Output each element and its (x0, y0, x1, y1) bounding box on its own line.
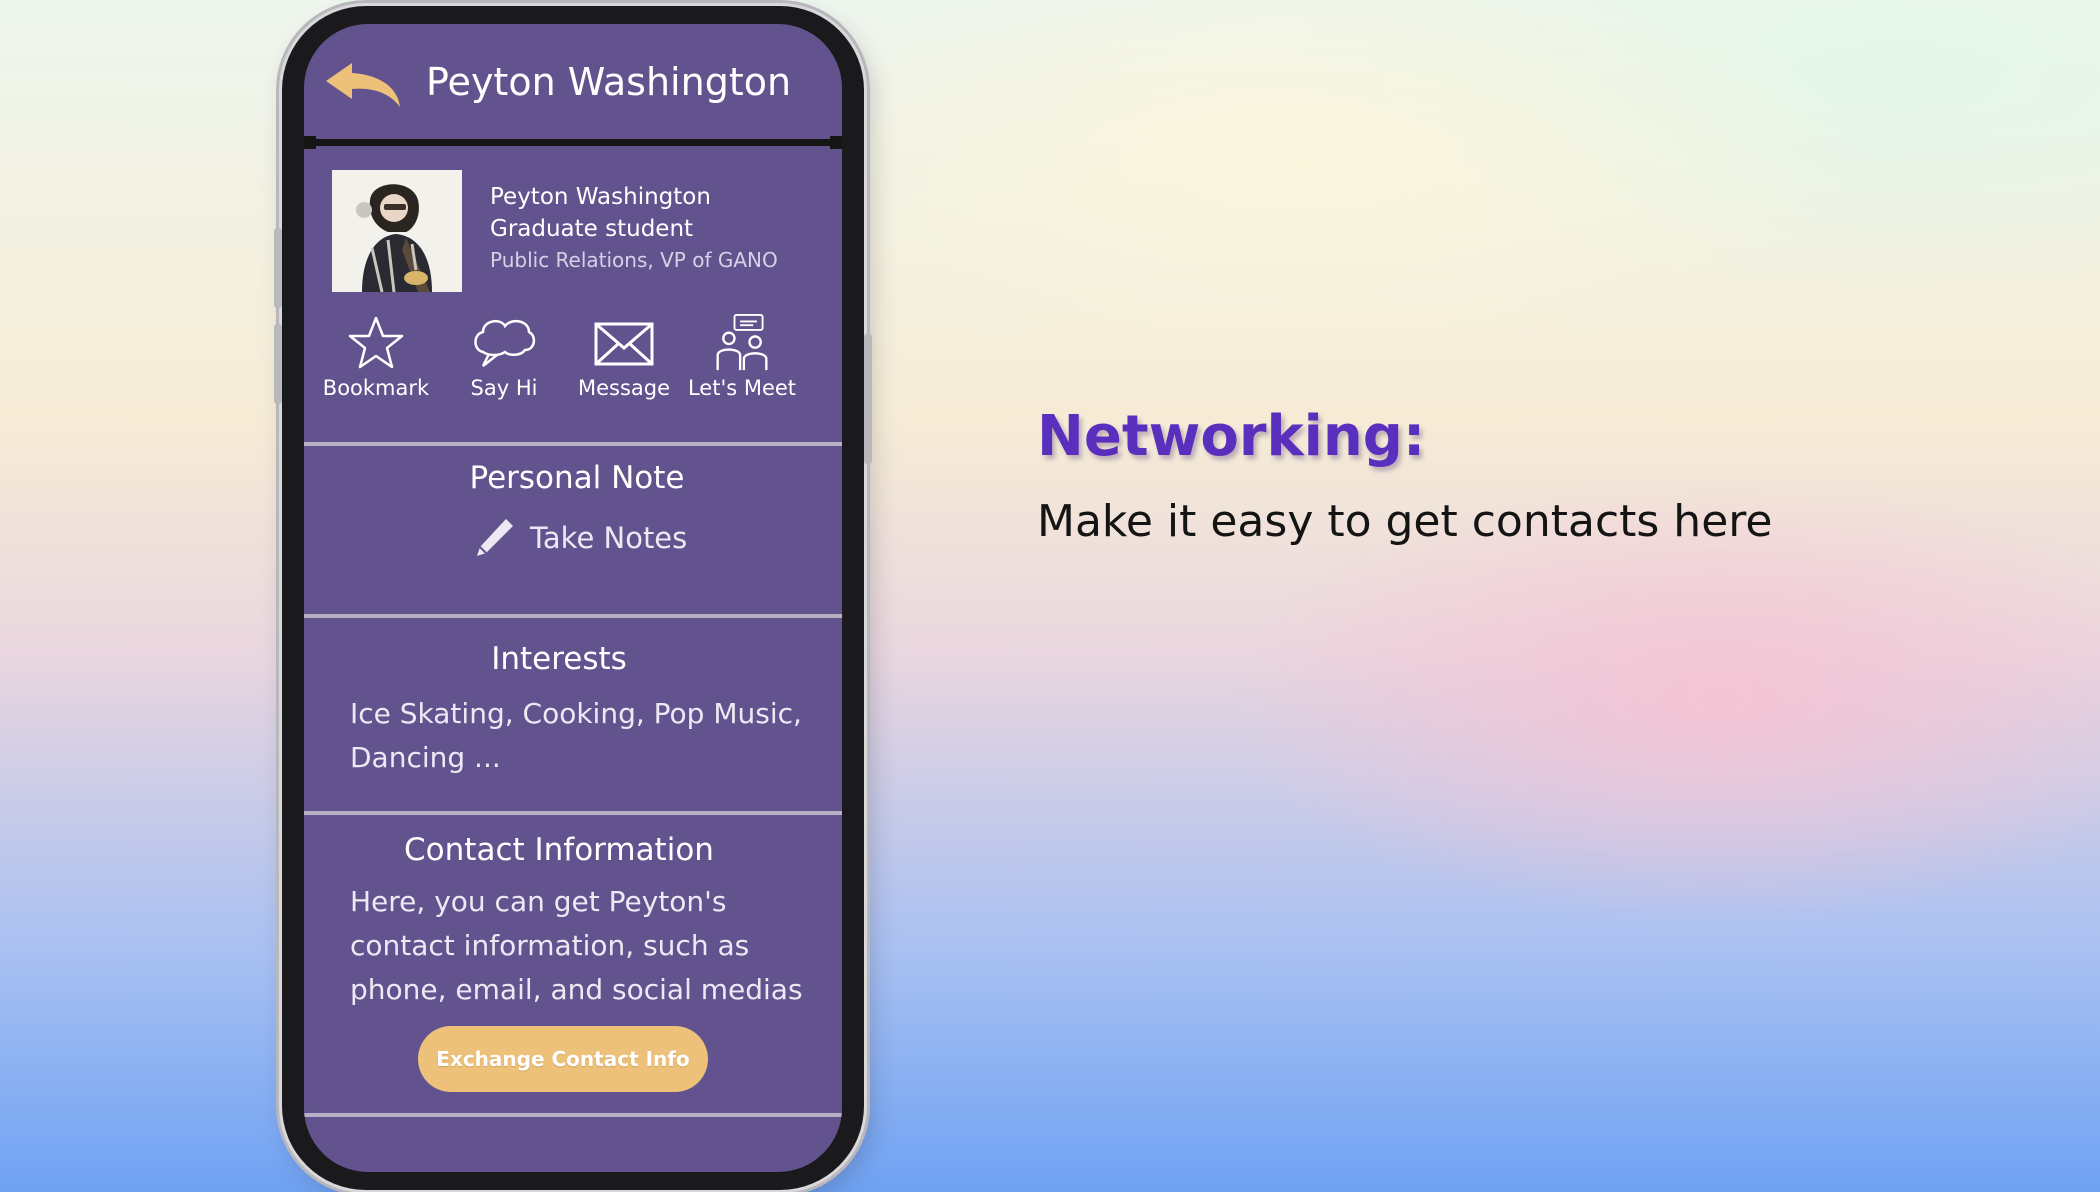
action-bar: Bookmark Say Hi Message Let's Meet (304, 314, 842, 404)
page-title: Peyton Washington (426, 60, 792, 104)
take-notes-label: Take Notes (530, 521, 688, 555)
star-icon (348, 316, 404, 369)
phone-mockup: Peyton Washington Peyton Washington Grad… (274, 6, 872, 1190)
contact-information-text: Here, you can get Peyton's contact infor… (350, 885, 803, 1006)
app-screen: Peyton Washington Peyton Washington Grad… (304, 24, 842, 1172)
back-arrow-icon[interactable] (324, 59, 404, 111)
bookmark-label: Bookmark (322, 376, 430, 400)
lets-meet-label: Let's Meet (687, 376, 797, 400)
message-label: Message (577, 376, 671, 400)
phone-power-button (864, 334, 872, 464)
profile-organization: Public Relations, VP of GANO (490, 248, 778, 272)
avatar (332, 170, 462, 292)
envelope-icon (594, 322, 654, 366)
section-divider (304, 1113, 842, 1117)
phone-volume-button (274, 324, 282, 404)
take-notes-button[interactable]: Take Notes (472, 516, 687, 560)
say-hi-label: Say Hi (470, 376, 538, 400)
pencil-icon (477, 519, 513, 556)
nav-divider (304, 136, 842, 149)
people-chat-icon (716, 314, 768, 371)
lets-meet-button[interactable]: Let's Meet (682, 314, 802, 400)
speech-bubble-icon (474, 319, 536, 367)
interests-text: Ice Skating, Cooking, Pop Music, Dancing… (350, 697, 802, 774)
phone-volume-button (274, 228, 282, 308)
top-nav-bar: Peyton Washington (304, 24, 842, 149)
exchange-contact-info-button[interactable]: Exchange Contact Info (418, 1026, 708, 1092)
section-divider (304, 614, 842, 618)
slide-stage: Peyton Washington Peyton Washington Grad… (0, 6, 2100, 1191)
slide-headline: Networking: (1037, 404, 1426, 469)
profile-role: Graduate student (490, 216, 694, 242)
bookmark-button[interactable]: Bookmark (316, 314, 436, 400)
contact-information-title: Contact Information (404, 832, 714, 868)
profile-card: Peyton Washington Graduate student Publi… (332, 170, 822, 294)
slide-subline: Make it easy to get contacts here (1037, 496, 1773, 547)
say-hi-button[interactable]: Say Hi (444, 314, 564, 400)
interests-title: Interests (491, 641, 627, 677)
message-button[interactable]: Message (564, 314, 684, 400)
profile-name: Peyton Washington (490, 184, 711, 210)
section-divider (304, 442, 842, 446)
personal-note-title: Personal Note (469, 460, 685, 496)
section-divider (304, 811, 842, 815)
